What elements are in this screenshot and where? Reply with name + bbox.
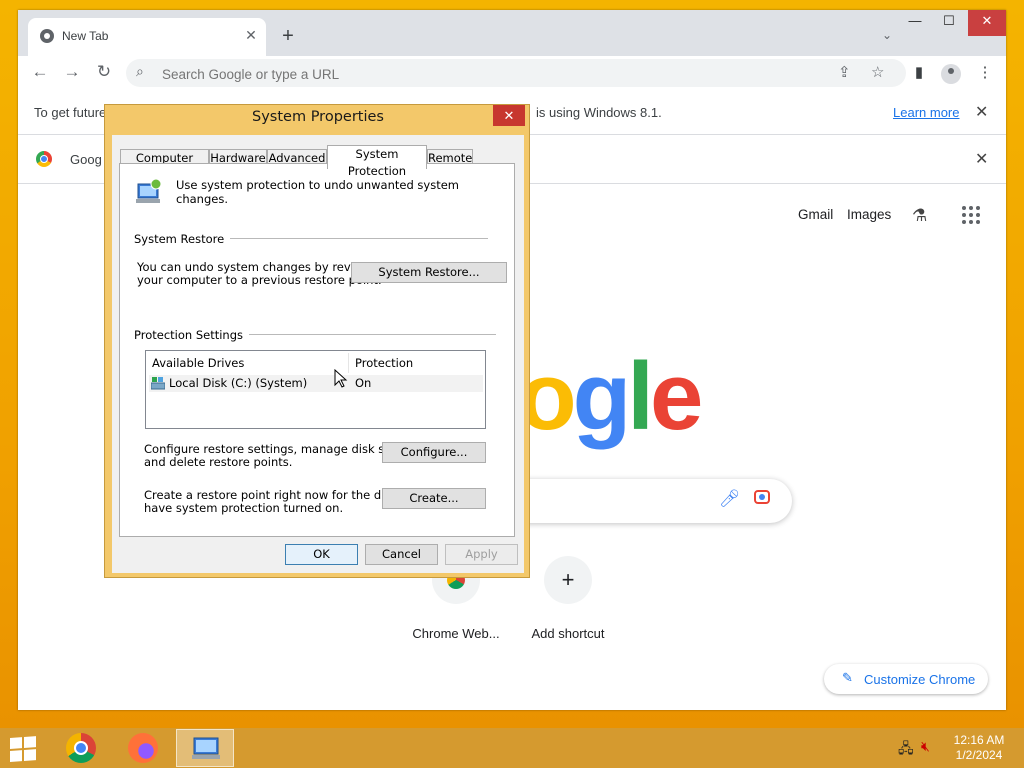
dialog-title: System Properties	[252, 109, 384, 125]
local-disk-icon	[151, 377, 165, 390]
system-properties-icon	[192, 737, 220, 759]
tab-close-icon[interactable]: ✕	[242, 26, 260, 44]
address-input[interactable]	[160, 63, 814, 85]
logo-letter: l	[627, 343, 654, 450]
ok-button[interactable]: OK	[285, 544, 358, 565]
learn-more-link[interactable]: Learn more	[893, 105, 959, 120]
taskbar-clock[interactable]: 12:16 AM 1/2/2024	[946, 733, 1012, 763]
infobar2-text: Goog	[70, 152, 102, 167]
configure-desc-line: and delete restore points.	[144, 455, 293, 469]
volume-muted-icon[interactable]: 🔇︎	[921, 738, 930, 755]
taskbar-firefox[interactable]	[114, 729, 172, 767]
tab-system-protection[interactable]: System Protection	[327, 145, 427, 178]
mouse-cursor-icon	[334, 369, 348, 388]
infobar2-close-icon[interactable]: ✕	[975, 149, 988, 169]
firefox-icon	[128, 733, 158, 763]
plus-icon: +	[544, 556, 592, 604]
gmail-link[interactable]: Gmail	[798, 207, 833, 222]
pencil-icon: ✎	[842, 670, 853, 685]
column-separator	[348, 353, 349, 373]
dialog-client-area: Computer Name Hardware Advanced System P…	[112, 135, 524, 573]
restore-description: You can undo system changes by reverting…	[137, 261, 385, 287]
configure-description: Configure restore settings, manage disk …	[144, 443, 416, 469]
drive-protection-status: On	[355, 376, 372, 390]
taskbar-chrome[interactable]	[52, 729, 110, 767]
microphone-icon[interactable]: 🎤︎	[719, 489, 741, 509]
back-button[interactable]: ←	[28, 60, 52, 84]
system-protection-page: Use system protection to undo unwanted s…	[119, 163, 515, 537]
system-restore-button[interactable]: System Restore...	[351, 262, 507, 283]
new-tab-button[interactable]: +	[276, 25, 300, 49]
share-icon[interactable]: ⇪	[838, 63, 851, 81]
drives-list[interactable]: Available Drives Protection Local Disk (…	[145, 350, 486, 429]
tab-strip: New Tab ✕ + ⌄ — ☐ ✕	[18, 10, 1006, 56]
system-properties-dialog: System Properties ✕ Computer Name Hardwa…	[104, 104, 530, 578]
google-logo: ogle	[518, 342, 703, 452]
logo-letter: e	[649, 343, 703, 450]
clock-date: 1/2/2024	[955, 748, 1003, 762]
drive-row[interactable]: Local Disk (C:) (System) On	[149, 375, 483, 392]
google-apps-icon[interactable]	[962, 206, 980, 224]
create-button[interactable]: Create...	[382, 488, 486, 509]
infobar-close-icon[interactable]: ✕	[975, 102, 988, 122]
images-link[interactable]: Images	[847, 207, 891, 222]
taskbar: 🖧︎ 🔇︎ 12:16 AM 1/2/2024	[0, 728, 1024, 768]
browser-toolbar: ← → ↻ ⌕ ⇪ ☆ ▮ ⋮	[18, 56, 1006, 88]
minimize-button[interactable]: —	[898, 10, 932, 36]
intro-text: Use system protection to undo unwanted s…	[176, 178, 459, 206]
logo-letter: g	[572, 343, 632, 450]
google-chrome-icon	[36, 151, 52, 167]
customize-chrome-button[interactable]: ✎ Customize Chrome	[824, 664, 988, 694]
restore-desc-line: your computer to a previous restore poin…	[137, 273, 382, 287]
chrome-menu-icon[interactable]: ⋮	[974, 62, 996, 84]
shortcut-add[interactable]: + Add shortcut	[520, 556, 616, 641]
drive-name: Local Disk (C:) (System)	[169, 376, 308, 390]
omnibox[interactable]: ⌕ ⇪ ☆	[126, 59, 906, 87]
system-protection-icon	[136, 178, 162, 203]
profile-avatar[interactable]	[941, 64, 961, 84]
shortcut-label: Chrome Web...	[412, 626, 500, 641]
clock-time: 12:16 AM	[953, 733, 1005, 747]
infobar-text-left: To get future	[34, 105, 107, 120]
maximize-button[interactable]: ☐	[932, 10, 966, 36]
cancel-button[interactable]: Cancel	[365, 544, 438, 565]
search-icon: ⌕	[136, 63, 144, 79]
windows-start-icon[interactable]	[10, 736, 38, 762]
protection-settings-group-title: Protection Settings	[134, 328, 250, 342]
chrome-icon	[66, 733, 96, 763]
apply-button[interactable]: Apply	[445, 544, 518, 565]
tab-search-chevron-icon[interactable]: ⌄	[882, 28, 892, 42]
dialog-close-button[interactable]: ✕	[493, 105, 525, 126]
configure-button[interactable]: Configure...	[382, 442, 486, 463]
side-panel-icon[interactable]: ▮	[908, 62, 930, 84]
reload-button[interactable]: ↻	[92, 60, 116, 84]
infobar-text-right: is using Windows 8.1.	[536, 105, 662, 120]
network-icon[interactable]: 🖧︎	[898, 738, 914, 762]
customize-label: Customize Chrome	[864, 672, 976, 687]
taskbar-system-properties[interactable]	[176, 729, 234, 767]
google-lens-icon[interactable]	[754, 490, 770, 504]
forward-button[interactable]: →	[60, 60, 84, 84]
column-protection[interactable]: Protection	[355, 353, 413, 373]
system-restore-group-title: System Restore	[134, 232, 231, 246]
window-close-button[interactable]: ✕	[968, 10, 1006, 36]
chrome-favicon-icon	[40, 29, 54, 43]
bookmark-star-icon[interactable]: ☆	[871, 63, 884, 81]
labs-flask-icon[interactable]: ⚗	[912, 206, 927, 226]
column-available-drives[interactable]: Available Drives	[152, 353, 244, 373]
tab-new-tab[interactable]: New Tab ✕	[28, 18, 266, 56]
tab-title: New Tab	[62, 29, 109, 43]
shortcut-label: Add shortcut	[531, 626, 605, 641]
